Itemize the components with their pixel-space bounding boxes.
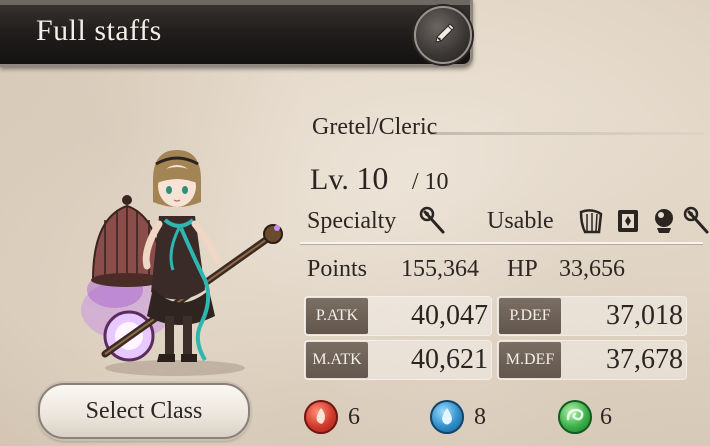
patk-label: P.ATK xyxy=(306,298,368,334)
page-title: Full staffs xyxy=(36,14,162,47)
points-value: 155,364 xyxy=(401,256,479,282)
water-count: 8 xyxy=(474,404,486,430)
character-name: Gretel/Cleric xyxy=(312,114,438,140)
staff-icon xyxy=(419,206,449,236)
weapon-row: Specialty Usable xyxy=(307,206,710,238)
fire-orb-icon xyxy=(304,400,338,434)
divider xyxy=(300,242,703,244)
harp-icon xyxy=(577,206,607,236)
specialty-label: Specialty xyxy=(307,208,397,234)
matk-value: 40,621 xyxy=(411,344,488,375)
mdef-value: 37,678 xyxy=(606,344,683,375)
points-row: Points 155,364 HP 33,656 xyxy=(307,256,707,288)
level-display: Lv. 10 / 10 xyxy=(310,160,449,197)
pdef-label: P.DEF xyxy=(499,298,561,334)
hp-label: HP xyxy=(507,256,538,282)
title-bar-rim xyxy=(0,0,470,5)
pen-nib-icon xyxy=(435,23,455,43)
element-counts: 6 8 6 xyxy=(304,400,634,436)
tome-icon xyxy=(613,206,643,236)
name-underline xyxy=(430,132,705,135)
water-orb-icon xyxy=(430,400,464,434)
staff-icon xyxy=(683,206,710,236)
wind-count: 6 xyxy=(600,404,612,430)
level-value: 10 xyxy=(356,160,389,196)
pdef-value: 37,018 xyxy=(606,300,683,331)
orb-icon xyxy=(649,206,679,236)
matk-stat: M.ATK 40,621 xyxy=(304,340,492,380)
mdef-stat: M.DEF 37,678 xyxy=(497,340,687,380)
character-portrait xyxy=(55,140,295,380)
matk-label: M.ATK xyxy=(306,342,368,378)
select-class-button[interactable]: Select Class xyxy=(38,383,250,439)
pdef-stat: P.DEF 37,018 xyxy=(497,296,687,336)
character-name-row: Gretel/Cleric xyxy=(300,114,705,144)
patk-value: 40,047 xyxy=(411,300,488,331)
hp-value: 33,656 xyxy=(559,256,625,282)
level-prefix: Lv. xyxy=(310,163,349,196)
level-max: / 10 xyxy=(411,169,449,195)
usable-label: Usable xyxy=(487,208,554,234)
edit-button[interactable] xyxy=(414,6,472,64)
patk-stat: P.ATK 40,047 xyxy=(304,296,492,336)
mdef-label: M.DEF xyxy=(499,342,561,378)
fire-count: 6 xyxy=(348,404,360,430)
wind-orb-icon xyxy=(558,400,592,434)
title-bar: Full staffs xyxy=(0,0,473,67)
points-label: Points xyxy=(307,256,368,282)
